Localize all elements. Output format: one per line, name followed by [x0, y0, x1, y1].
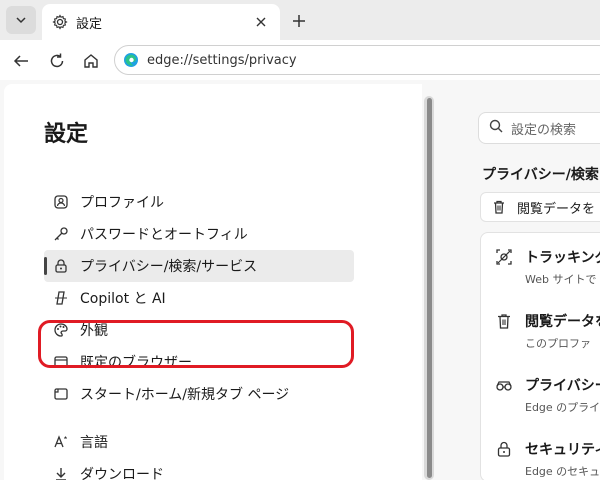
download-icon: [52, 465, 70, 480]
lock-icon: [52, 257, 70, 275]
url-text: edge://settings/privacy: [147, 52, 297, 68]
sidebar-item-privacy[interactable]: プライバシー/検索/サービス: [44, 250, 354, 282]
card-item-subtitle: Edge のプライ: [525, 401, 600, 414]
refresh-button[interactable]: [44, 48, 70, 74]
trash-icon: [491, 199, 507, 215]
lock-icon: [495, 440, 513, 458]
card-item-tracking[interactable]: トラッキング Web サイトで: [495, 247, 600, 287]
card-item-title: プライバシー: [525, 378, 600, 394]
address-bar[interactable]: edge://settings/privacy: [114, 45, 600, 75]
sidebar-item-start-home[interactable]: スタート/ホーム/新規タブ ページ: [44, 378, 354, 410]
card-item-subtitle: このプロファ: [525, 337, 591, 350]
highlight-box: [38, 320, 354, 368]
section-title: プライバシー/検索: [482, 167, 599, 183]
new-tab-page-icon: [52, 385, 70, 403]
tab-strip: 設定: [0, 0, 600, 40]
card-item-title: 閲覧データを: [525, 314, 600, 330]
sidebar-item-profiles[interactable]: プロファイル: [44, 186, 354, 218]
card-item-clear-data[interactable]: 閲覧データを このプロファ: [495, 311, 600, 351]
card-item-subtitle: Edge のセキュ: [525, 465, 600, 478]
settings-search-input[interactable]: 設定の検索: [478, 112, 600, 144]
address-toolbar: edge://settings/privacy: [0, 40, 600, 80]
key-icon: [52, 225, 70, 243]
card-item-title: セキュリティ: [525, 442, 600, 458]
privacy-card: トラッキング Web サイトで 閲覧データを このプロファ プライバシー Edg…: [480, 232, 600, 480]
home-button[interactable]: [78, 48, 104, 74]
gear-icon: [52, 14, 68, 30]
edge-logo-icon: [124, 53, 138, 67]
plus-icon: [293, 15, 305, 27]
card-item-subtitle: Web サイトで: [525, 273, 597, 286]
sidebar-item-label: Copilot と AI: [80, 291, 166, 307]
sidebar-item-label: スタート/ホーム/新規タブ ページ: [80, 387, 290, 403]
page-title: 設定: [44, 122, 89, 147]
sidebar-item-label: 言語: [80, 435, 108, 451]
sidebar-item-label: プロファイル: [80, 195, 164, 211]
clear-label: 閲覧データを: [517, 201, 596, 217]
search-placeholder: 設定の検索: [511, 122, 577, 138]
sidebar-scrollbar-thumb[interactable]: [427, 98, 432, 478]
clear-browsing-data-button[interactable]: 閲覧データを: [480, 192, 600, 222]
sidebar-item-downloads[interactable]: ダウンロード: [44, 458, 354, 480]
search-icon: [489, 119, 503, 137]
copilot-icon: [52, 289, 70, 307]
language-icon: [52, 433, 70, 451]
tracking-prevention-icon: [495, 248, 513, 266]
close-icon[interactable]: [252, 13, 270, 31]
tab-title: 設定: [76, 16, 103, 32]
settings-page: 設定 プロファイル パスワードとオートフィル プライバシー/検索/サービス Co…: [0, 80, 600, 480]
sidebar-item-copilot[interactable]: Copilot と AI: [44, 282, 354, 314]
card-item-security[interactable]: セキュリティ Edge のセキュ: [495, 439, 600, 479]
sidebar-item-passwords[interactable]: パスワードとオートフィル: [44, 218, 354, 250]
refresh-icon: [50, 53, 64, 68]
glasses-icon: [495, 376, 513, 394]
chevron-down-icon: [16, 17, 26, 24]
back-button[interactable]: [8, 48, 34, 74]
arrow-left-icon: [13, 55, 28, 67]
sidebar-item-label: パスワードとオートフィル: [80, 227, 248, 243]
home-icon: [84, 54, 98, 68]
sidebar-item-languages[interactable]: 言語: [44, 426, 354, 458]
tab-settings[interactable]: 設定: [42, 4, 280, 40]
tab-actions-button[interactable]: [6, 6, 36, 34]
trash-icon: [495, 312, 513, 330]
sidebar-item-label: プライバシー/検索/サービス: [80, 259, 258, 275]
profile-icon: [52, 193, 70, 211]
card-item-privacy[interactable]: プライバシー Edge のプライ: [495, 375, 600, 415]
sidebar-item-label: ダウンロード: [80, 467, 164, 480]
card-item-title: トラッキング: [525, 250, 600, 266]
new-tab-button[interactable]: [286, 8, 312, 34]
